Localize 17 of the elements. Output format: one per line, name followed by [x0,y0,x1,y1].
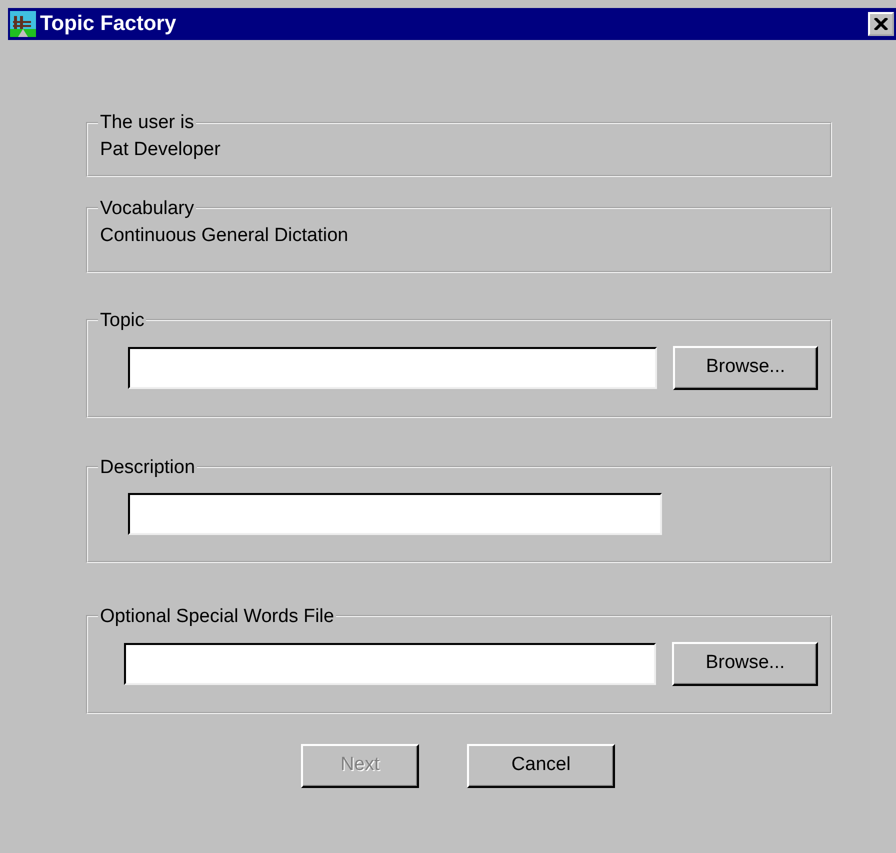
input-field[interactable] [128,346,658,388]
browse-button[interactable]: Browse... [672,642,818,686]
browse-button[interactable]: Browse... [673,346,818,390]
group-label: Optional Special Words File [99,606,336,626]
group-value: Continuous General Dictation [100,224,350,248]
close-icon [874,18,888,30]
input-field[interactable] [124,642,656,684]
dialog-button[interactable]: Cancel [467,744,615,788]
app-icon [10,11,36,37]
group-label: Description [99,458,196,476]
input-field[interactable] [128,492,662,534]
group-label: Vocabulary [99,198,196,218]
group-label: Topic [99,310,146,330]
group-label: The user is [99,113,195,132]
window-title: Topic Factory [40,11,178,38]
group-value: Pat Developer [100,138,222,162]
close-button[interactable] [868,12,894,36]
